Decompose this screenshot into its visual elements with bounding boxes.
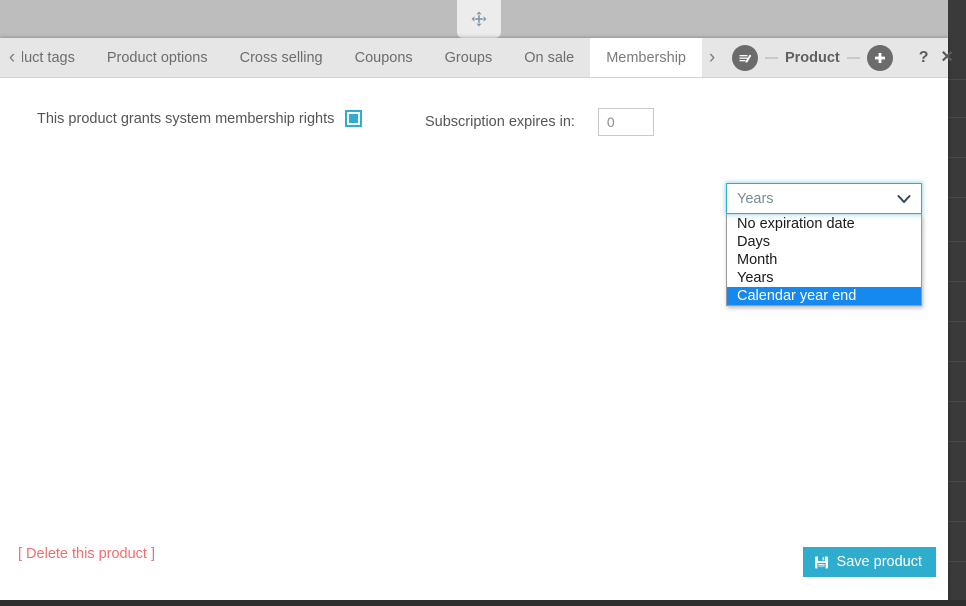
window-header-actions: Product ? ✕ [722,38,966,77]
expiration-period-select: Years No expiration date Days Month Year… [726,183,922,306]
expiration-period-select-box[interactable]: Years [726,183,922,214]
save-product-label: Save product [836,554,922,570]
tab-label: Membership [606,49,686,66]
option-calendar-year-end[interactable]: Calendar year end [727,287,921,305]
save-product-button[interactable]: Save product [802,547,936,577]
tab-label: Coupons [354,49,413,66]
grants-membership-label: This product grants system membership ri… [37,110,335,127]
grants-membership-checkbox[interactable] [345,110,363,127]
checkbox-check-icon [349,114,359,123]
option-days[interactable]: Days [727,233,921,251]
tab-coupons[interactable]: Coupons [339,38,429,77]
tab-cross-selling[interactable]: Cross selling [224,38,339,77]
tab-on-sale[interactable]: On sale [508,38,590,77]
tab-groups[interactable]: Groups [429,38,509,77]
move-arrows-icon [471,11,487,27]
subscription-expires-input[interactable] [597,108,654,136]
close-button[interactable]: ✕ [941,49,954,66]
backdrop-bottom [0,600,966,606]
edit-pencil-circle-icon[interactable] [731,44,758,71]
tab-label: On sale [524,49,575,66]
tab-label: duct tags [22,49,75,66]
window-title-group: Product [722,44,907,71]
tabs-next-arrow[interactable]: › [702,38,722,77]
tab-label: Cross selling [239,49,323,66]
title-dash-left [764,56,778,59]
option-no-expiration-date[interactable]: No expiration date [727,215,921,233]
expiration-period-options: No expiration date Days Month Years Cale… [726,214,922,306]
product-modal: ‹ duct tags Product options Cross sellin… [0,38,954,600]
modal-body: This product grants system membership ri… [0,78,948,599]
plus-circle-icon[interactable] [866,44,893,71]
chevron-down-icon [897,194,911,204]
backdrop-right-strip [948,0,966,606]
tab-membership[interactable]: Membership [590,38,702,77]
option-month[interactable]: Month [727,251,921,269]
membership-form: This product grants system membership ri… [0,78,948,138]
app-root: ‹ duct tags Product options Cross sellin… [0,0,966,606]
modal-footer: [ Delete this product ] Save product [0,539,948,599]
window-title: Product [784,49,840,66]
tab-list: duct tags Product options Cross selling … [22,38,702,77]
tab-label: Groups [444,49,493,66]
tab-bar: ‹ duct tags Product options Cross sellin… [0,38,954,78]
grants-membership-field: This product grants system membership ri… [37,110,363,127]
chevron-left-icon: ‹ [8,47,16,68]
option-years[interactable]: Years [727,269,921,287]
chevron-right-icon: › [708,47,716,68]
floppy-save-icon [814,555,829,570]
tab-label: Product options [106,49,208,66]
window-controls: ? ✕ [907,49,966,66]
subscription-expires-field: Subscription expires in: [425,108,654,136]
tab-product-tags[interactable]: duct tags [22,38,91,77]
delete-product-link[interactable]: [ Delete this product ] [18,546,155,562]
tab-product-options[interactable]: Product options [91,38,224,77]
subscription-expires-label: Subscription expires in: [425,114,575,130]
help-button[interactable]: ? [919,49,929,66]
title-dash-right [846,56,860,59]
expiration-period-value: Years [737,190,774,207]
tabs-prev-arrow[interactable]: ‹ [0,38,22,77]
window-drag-handle[interactable] [457,0,501,38]
